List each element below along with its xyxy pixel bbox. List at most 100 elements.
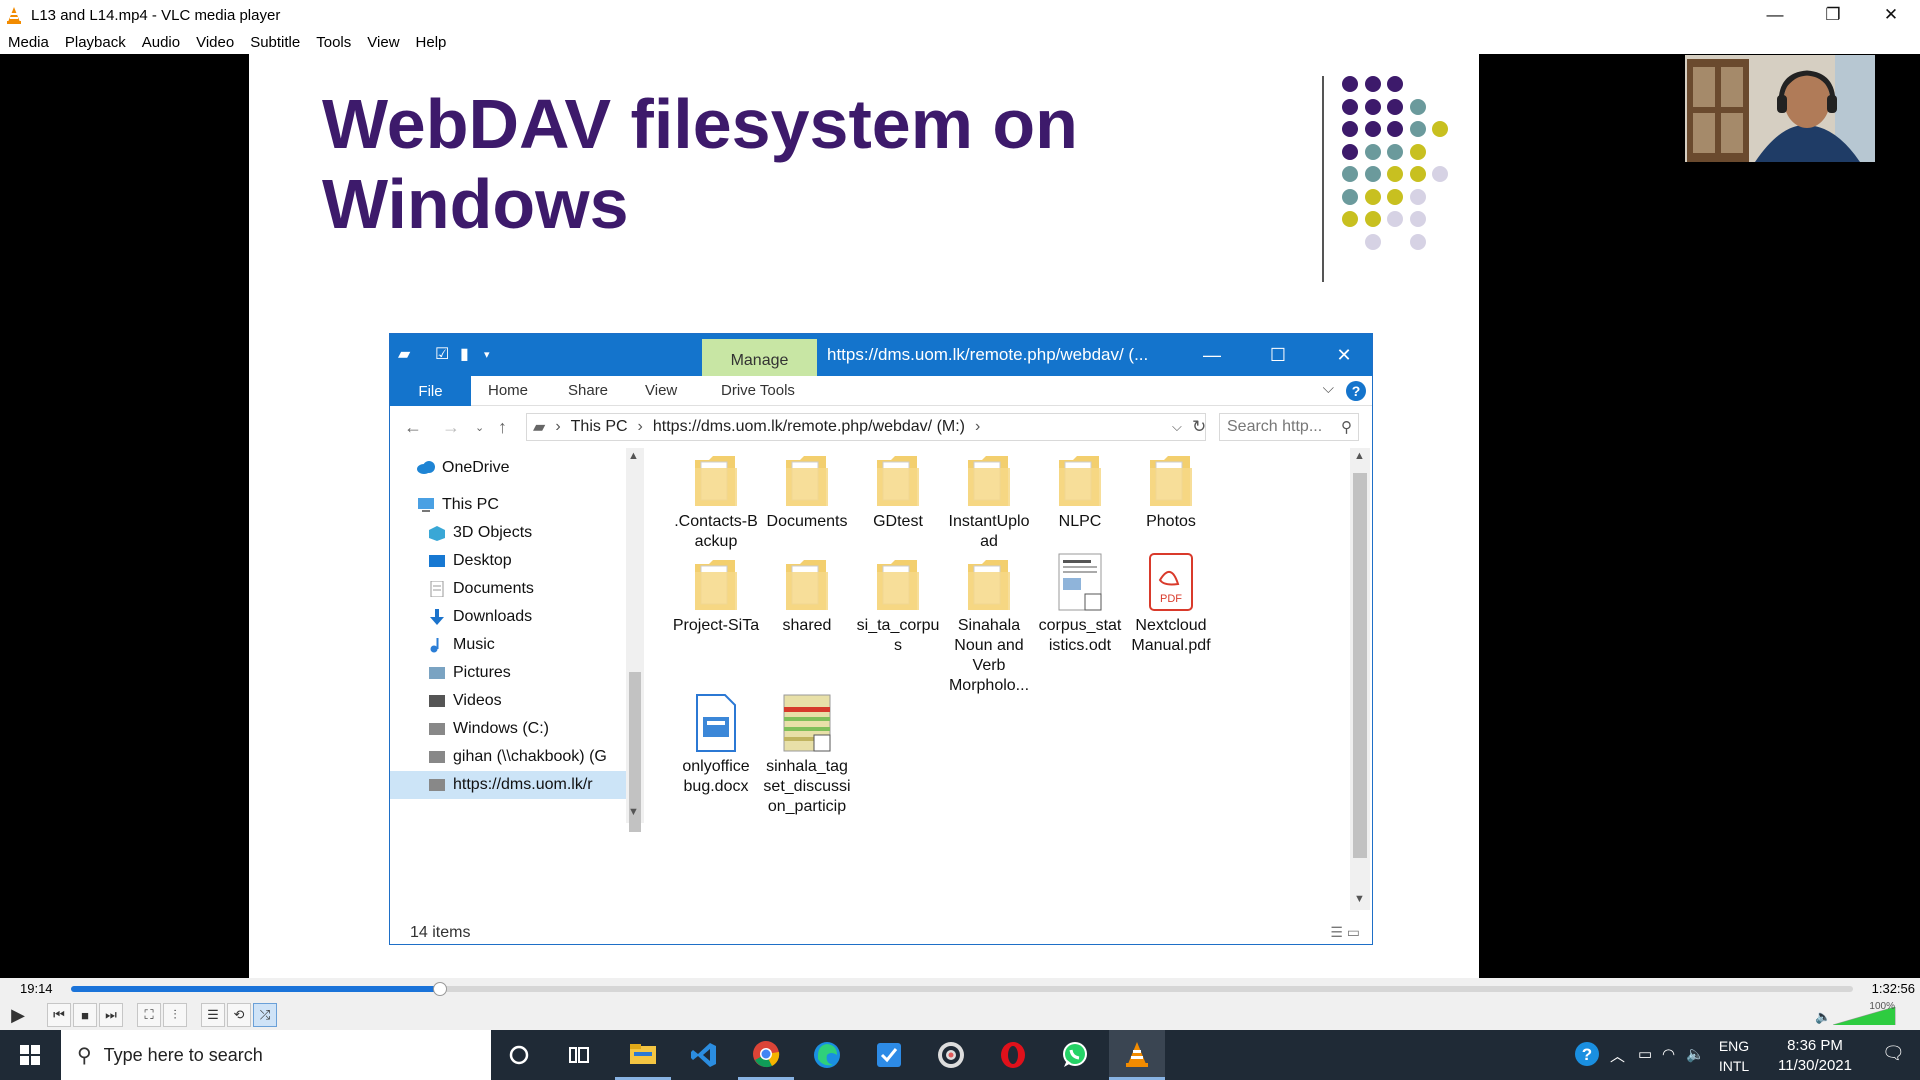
fullscreen-icon[interactable]: ⛶	[137, 1003, 161, 1027]
scroll-up-icon[interactable]: ▲	[1354, 450, 1365, 462]
help-icon[interactable]: ?	[1346, 381, 1366, 401]
file-item[interactable]: Sinahala Noun and Verb Morpholo...	[939, 552, 1039, 696]
file-item[interactable]: Photos	[1121, 448, 1221, 532]
nav-item-this-pc[interactable]: This PC	[416, 491, 499, 519]
nav-item-onedrive[interactable]: OneDrive	[416, 454, 510, 482]
breadcrumb-webdav[interactable]: https://dms.uom.lk/remote.php/webdav/ (M…	[653, 418, 965, 436]
playlist-icon[interactable]: ☰	[201, 1003, 225, 1027]
file-explorer-taskbar-icon[interactable]	[615, 1030, 671, 1080]
content-scrollbar-thumb[interactable]	[1353, 473, 1367, 858]
clock[interactable]: 8:36 PM 11/30/2021	[1770, 1036, 1860, 1076]
whatsapp-icon[interactable]	[1047, 1030, 1103, 1080]
help-tray-icon[interactable]: ?	[1574, 1041, 1600, 1071]
properties-icon[interactable]: ☑	[435, 344, 449, 364]
quick-access-dropdown-icon[interactable]: ▾	[484, 348, 490, 361]
file-item[interactable]: shared	[757, 552, 857, 636]
content-scrollbar[interactable]: ▲ ▼	[1350, 448, 1370, 910]
previous-icon[interactable]: ⏮	[47, 1003, 71, 1027]
loop-icon[interactable]: ⟲	[227, 1003, 251, 1027]
file-item[interactable]: PDF Nextcloud Manual.pdf	[1121, 552, 1221, 656]
scroll-down-icon[interactable]: ▼	[628, 806, 639, 818]
view-toggle-icons[interactable]: ☰ ▭	[1330, 924, 1360, 941]
search-input[interactable]: Search http... ⚲	[1219, 413, 1359, 441]
speaker-icon[interactable]: 🔈	[1815, 1009, 1831, 1025]
obs-icon[interactable]	[923, 1030, 979, 1080]
tab-drive-tools[interactable]: Drive Tools	[721, 382, 795, 399]
seek-handle[interactable]	[432, 982, 447, 996]
close-button[interactable]: ✕	[1862, 0, 1920, 30]
file-item[interactable]: .Contacts-B ackup	[666, 448, 766, 552]
menu-help[interactable]: Help	[416, 34, 447, 51]
opera-icon[interactable]	[985, 1030, 1041, 1080]
breadcrumb-this-pc[interactable]: This PC	[571, 418, 628, 436]
address-input[interactable]: ▰ › This PC › https://dms.uom.lk/remote.…	[526, 413, 1206, 441]
chevron-down-icon[interactable]: ⌵	[1323, 380, 1334, 397]
next-icon[interactable]: ⏭	[99, 1003, 123, 1027]
menu-audio[interactable]: Audio	[142, 34, 180, 51]
taskbar-search-input[interactable]: ⚲ Type here to search	[61, 1030, 491, 1080]
restore-button[interactable]: ❐	[1804, 0, 1862, 30]
file-item[interactable]: NLPC	[1030, 448, 1130, 532]
nav-item-windows-c[interactable]: Windows (C:)	[427, 715, 549, 743]
up-arrow-icon[interactable]: ↑	[498, 417, 507, 438]
file-item[interactable]: InstantUplo ad	[939, 448, 1039, 552]
file-item[interactable]: corpus_stat istics.odt	[1030, 552, 1130, 656]
explorer-minimize-button[interactable]: —	[1182, 341, 1242, 369]
wifi-icon[interactable]: ◠	[1662, 1045, 1675, 1063]
nav-item-desktop[interactable]: Desktop	[427, 547, 512, 575]
nav-item-videos[interactable]: Videos	[427, 687, 502, 715]
volume-slider[interactable]: 🔈 100%	[1815, 1001, 1905, 1026]
start-button[interactable]	[0, 1030, 60, 1080]
forward-arrow-icon[interactable]: →	[442, 417, 460, 438]
speaker-icon[interactable]: 🔈	[1686, 1045, 1705, 1063]
refresh-icon[interactable]: ↻	[1192, 417, 1206, 437]
file-item[interactable]: si_ta_corpu s	[848, 552, 948, 656]
menu-view[interactable]: View	[367, 34, 399, 51]
seek-slider[interactable]	[71, 982, 1853, 996]
cortana-icon[interactable]	[491, 1030, 547, 1080]
menu-tools[interactable]: Tools	[316, 34, 351, 51]
tab-home[interactable]: Home	[488, 382, 528, 399]
vlc-taskbar-icon[interactable]	[1109, 1030, 1165, 1080]
file-item[interactable]: GDtest	[848, 448, 948, 532]
explorer-close-button[interactable]: ✕	[1314, 341, 1374, 369]
file-item[interactable]: sinhala_tag set_discussi on_particip	[757, 693, 857, 817]
nav-item-downloads[interactable]: Downloads	[427, 603, 532, 631]
nav-item-https-dms-uom-lk-r[interactable]: https://dms.uom.lk/r	[390, 771, 626, 799]
task-view-icon[interactable]	[551, 1030, 607, 1080]
nav-scrollbar[interactable]: ▲ ▼	[626, 448, 644, 832]
chevron-up-icon[interactable]: ︿	[1610, 1045, 1625, 1066]
tab-file[interactable]: File	[390, 376, 471, 406]
menu-video[interactable]: Video	[196, 34, 234, 51]
stop-icon[interactable]: ■	[73, 1003, 97, 1027]
manage-tab[interactable]: Manage	[702, 339, 817, 376]
nav-item-pictures[interactable]: Pictures	[427, 659, 511, 687]
minimize-button[interactable]: —	[1746, 0, 1804, 30]
nav-item-documents[interactable]: Documents	[427, 575, 534, 603]
new-folder-icon[interactable]: ▮	[460, 344, 469, 364]
shuffle-icon[interactable]: ⤮	[253, 1003, 277, 1027]
nav-item-gihan-chakbook-g[interactable]: gihan (\\chakbook) (G	[427, 743, 607, 771]
recent-locations-icon[interactable]: ⌄	[475, 421, 484, 434]
tab-share[interactable]: Share	[568, 382, 608, 399]
scroll-down-icon[interactable]: ▼	[1354, 893, 1365, 905]
video-area[interactable]: WebDAV filesystem on Windows ▰ ☑ ▮ ▾ Man…	[0, 54, 1920, 978]
file-item[interactable]: Project-SiTa	[666, 552, 766, 636]
edge-icon[interactable]	[799, 1030, 855, 1080]
battery-icon[interactable]: ▭	[1638, 1045, 1652, 1063]
explorer-maximize-button[interactable]: ☐	[1248, 341, 1308, 369]
language-indicator[interactable]: ENG INTL	[1712, 1036, 1756, 1076]
vscode-icon[interactable]	[676, 1030, 732, 1080]
file-item[interactable]: Documents	[757, 448, 857, 532]
back-arrow-icon[interactable]: ←	[404, 417, 422, 438]
todo-icon[interactable]	[861, 1030, 917, 1080]
menu-subtitle[interactable]: Subtitle	[250, 34, 300, 51]
scroll-up-icon[interactable]: ▲	[628, 450, 639, 462]
nav-item-3d-objects[interactable]: 3D Objects	[427, 519, 532, 547]
extended-settings-icon[interactable]: ⫶	[163, 1003, 187, 1027]
nav-item-music[interactable]: Music	[427, 631, 495, 659]
address-dropdown-icon[interactable]: ⌵	[1172, 419, 1182, 435]
tab-view[interactable]: View	[645, 382, 677, 399]
notifications-icon[interactable]: 🗨	[1882, 1043, 1905, 1064]
chrome-icon[interactable]	[738, 1030, 794, 1080]
